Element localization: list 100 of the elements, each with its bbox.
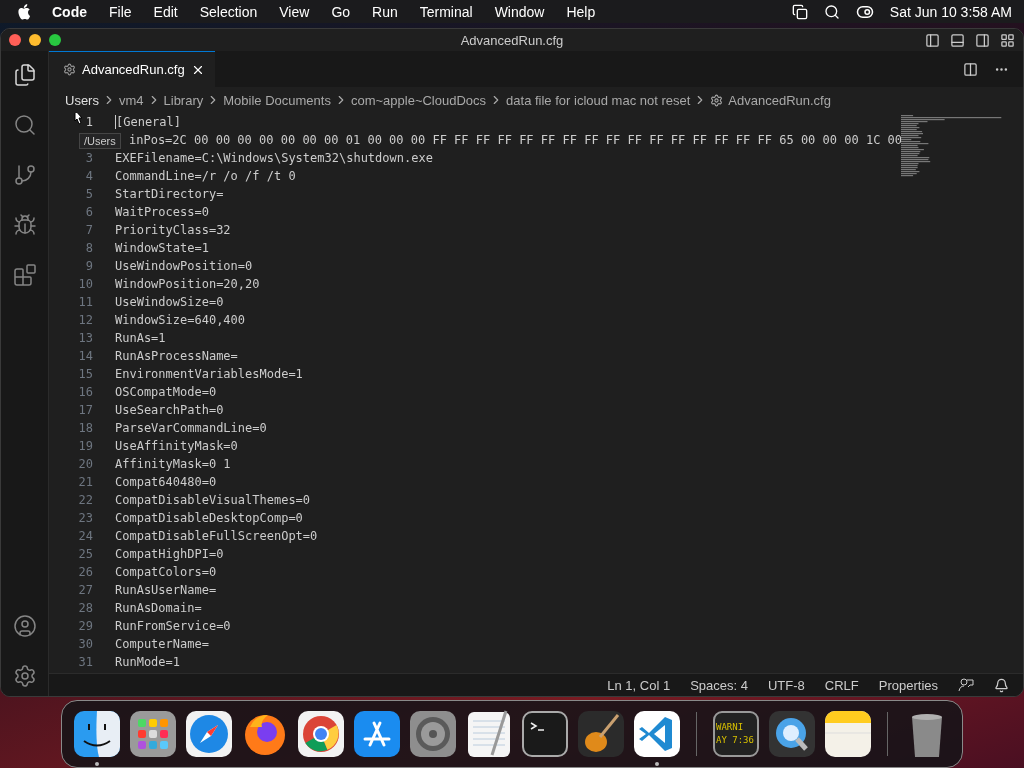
line-number: 21 [78,475,93,489]
minimize-button[interactable] [29,34,41,46]
code-line: CompatColors=0 [115,565,217,579]
finder-icon[interactable] [72,709,122,759]
line-number: 13 [78,331,93,345]
code-line: RunMode=1 [115,655,181,669]
status-item[interactable]: CRLF [824,677,859,693]
apple-icon[interactable] [18,3,32,20]
code-line: RunAs=1 [115,331,166,345]
zoom-button[interactable] [49,34,61,46]
menu-item[interactable]: View [279,3,310,20]
notes-icon[interactable] [823,709,873,759]
editor-tab[interactable]: AdvancedRun.cfg [49,51,215,87]
quicktime-icon[interactable] [767,709,817,759]
code-line: EXEFilename=C:\Windows\System32\shutdown.exe [115,151,433,165]
line-number: 4 [85,169,93,183]
code-line: RunAsDomain= [115,601,202,615]
menu-item[interactable]: Go [331,3,351,20]
line-number: 19 [78,439,93,453]
menu-item[interactable]: Terminal [419,3,473,20]
line-number: 14 [78,349,93,363]
code-line: PriorityClass=32 [115,223,231,237]
code-line: WindowPosition=20,20 [115,277,260,291]
bell-icon[interactable] [994,677,1009,693]
app-menu[interactable]: Code [52,3,87,20]
pointer-icon [71,113,85,128]
guitar-icon[interactable] [576,709,626,759]
code-line: UseWindowSize=0 [115,295,224,309]
console-text: WARNI [716,721,745,734]
breadcrumb[interactable]: com~apple~CloudDocs [350,92,487,108]
status-item[interactable]: UTF-8 [767,677,805,693]
layout-icon[interactable] [1000,32,1015,48]
search-icon[interactable] [823,3,840,20]
menu-item[interactable]: Edit [153,3,178,20]
menu-item[interactable]: File [109,3,132,20]
code-line: RunAsUserName= [115,583,217,597]
close-button[interactable] [9,34,21,46]
code-line: RunFromService=0 [115,619,231,633]
menu-item[interactable]: Selection [199,3,258,20]
breadcrumb[interactable]: Library [163,92,204,108]
code-line: StartDirectory= [115,187,224,201]
vs-code-icon[interactable] [632,709,682,759]
line-number: 6 [85,205,93,219]
line-number: 20 [78,457,93,471]
breadcrumb[interactable]: Users [65,92,99,108]
screen-mirror-icon[interactable] [791,3,808,20]
status-item[interactable]: Ln 1, Col 1 [607,677,671,693]
breadcrumb[interactable]: Mobile Documents [223,92,331,108]
code-line: EnvironmentVariablesMode=1 [115,367,303,381]
line-number: 11 [78,295,93,309]
feedback-icon[interactable] [958,677,974,693]
code-line: ParseVarCommandLine=0 [115,421,267,435]
panel-toggle-icon[interactable] [950,32,965,48]
code-line: CompatDisableDesktopComp=0 [115,511,303,525]
line-number: 31 [78,655,93,669]
line-number: 29 [78,619,93,633]
gear-icon [710,93,724,107]
menu-item[interactable]: Window [494,3,545,20]
secondary-sidebar-icon[interactable] [975,32,990,48]
status-item[interactable]: Spaces: 4 [690,677,748,693]
breadcrumb[interactable]: AdvancedRun.cfg [728,92,831,108]
code-line: CompatDisableFullScreenOpt=0 [115,529,318,543]
line-number: 17 [78,403,93,417]
code-line: CommandLine=/r /o /f /t 0 [115,169,296,183]
line-number: 23 [78,511,93,525]
line-number: 10 [78,277,93,291]
line-number: 27 [78,583,93,597]
code-line: UseSearchPath=0 [115,403,224,417]
menu-item[interactable]: Run [372,3,398,20]
terminal-icon[interactable] [520,709,570,759]
breadcrumb[interactable]: vm4 [118,92,144,108]
sidebar-toggle-icon[interactable] [925,32,940,48]
line-number: 18 [78,421,93,435]
code-line: AffinityMask=0 1 [115,457,231,471]
code-line: CompatHighDPI=0 [115,547,224,561]
window-title: AdvancedRun.cfg [460,32,564,48]
menu-item[interactable]: Help [566,3,596,20]
line-number: 22 [78,493,93,507]
code-line: OSCompatMode=0 [115,385,217,399]
tooltip: /Users [79,133,121,149]
clock[interactable]: Sat Jun 10 3:58 AM [889,3,1012,20]
console-text: AY 7:36 [716,734,755,747]
code-line: [General] [115,115,182,129]
line-number: 24 [78,529,93,543]
split-editor-icon[interactable] [963,61,978,77]
code-line: UseAffinityMask=0 [115,439,238,453]
code-line: WaitProcess=0 [115,205,209,219]
line-number: 7 [85,223,93,237]
compass-icon[interactable] [184,709,234,759]
code-line: Compat640480=0 [115,475,217,489]
code-line: inPos=2C 00 00 00 00 00 00 00 01 00 00 00 FF FF FF FF FF FF FF FF FF FF FF FF FF FF FF FF 65 00 00 00 1C 00 [129,133,903,147]
chrome-icon[interactable] [296,709,346,759]
code-line: ComputerName= [115,637,209,651]
gear-icon[interactable] [408,709,458,759]
status-item[interactable]: Properties [878,677,938,693]
console-icon[interactable]: WARNI AY 7:36 [713,711,759,757]
launchpad-icon[interactable] [128,709,178,759]
breadcrumb[interactable]: data file for icloud mac not reset [506,92,691,108]
line-number: 8 [85,241,93,255]
app-store-icon[interactable] [352,709,402,759]
